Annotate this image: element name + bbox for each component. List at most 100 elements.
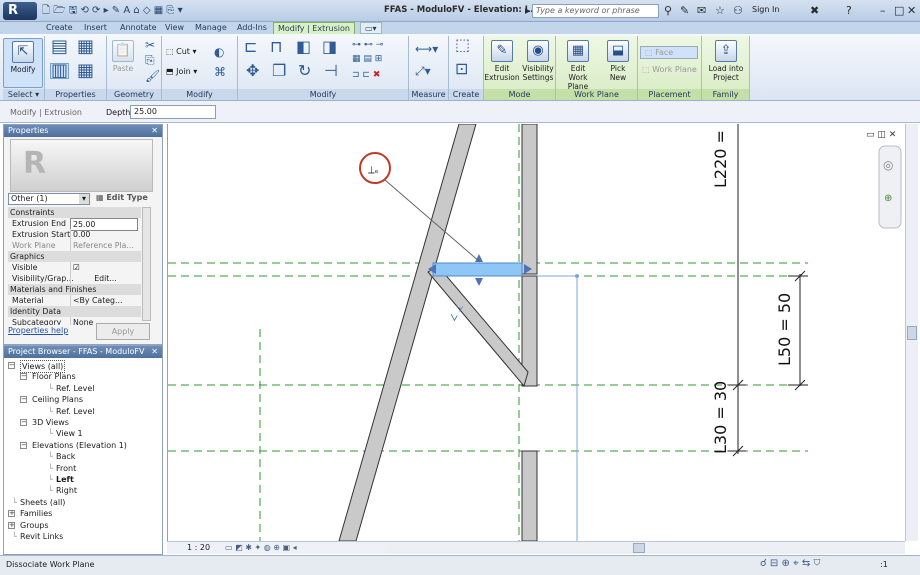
binoculars-icon[interactable]: ⚲ (664, 4, 672, 18)
join-geometry-button[interactable]: ⬒ Join ▾ (166, 66, 197, 78)
vertical-scroll-thumb[interactable] (907, 326, 917, 340)
close-properties-icon[interactable]: ✕ (151, 125, 158, 137)
tab-add-ins[interactable]: Add-Ins (233, 22, 271, 34)
close-browser-icon[interactable]: ✕ (151, 346, 158, 358)
horizontal-scroll-thumb[interactable] (633, 543, 645, 553)
subscription-icon[interactable]: ✎ (680, 4, 689, 18)
trim-extend-icon[interactable]: ⊣ (324, 63, 338, 79)
family-types-icon[interactable]: ▥ (49, 62, 70, 80)
drawing-canvas[interactable]: ⟂ₑ ∠ ⊥ L220 = 2 L50 = 50 L30 = 30 ▭ ◫ ✕ … (167, 115, 906, 542)
property-row[interactable]: Visibility/Grap... Edit... (8, 273, 141, 284)
split-face-icon[interactable]: ⌘ (214, 65, 226, 79)
category-parameters-icon[interactable]: ▦ (77, 62, 94, 80)
view-scale[interactable]: 1 : 20 (187, 542, 210, 554)
vertical-scrollbar[interactable] (905, 124, 918, 541)
materials-group[interactable]: Materials and Finishes (8, 284, 141, 295)
scale-pin-icon[interactable]: ⊐ ⊏ ✖ (352, 68, 380, 82)
copy-element-icon[interactable]: ❐ (272, 63, 286, 79)
tab-modify-extrusion[interactable]: Modify | Extrusion (273, 22, 355, 34)
load-into-project-button[interactable]: ⇪ Load into Project (704, 38, 748, 88)
elevation-view[interactable]: ⟂ₑ ∠ ⊥ L220 = 2 L50 = 50 L30 = 30 ▭ ◫ ✕ … (168, 115, 906, 542)
minimize-icon[interactable]: – (880, 4, 886, 18)
move-icon[interactable]: ✥ (246, 63, 259, 79)
create-similar-icon[interactable]: ⬚ (455, 37, 470, 53)
collapse-icon[interactable]: − (8, 362, 15, 369)
close-icon[interactable]: ✕ (907, 4, 916, 18)
copy-icon[interactable]: ⎘ (145, 53, 155, 67)
match-properties-icon[interactable]: 🖌 (145, 69, 160, 83)
cut-icon[interactable]: ✂ (145, 38, 155, 52)
diagonal-beam[interactable] (338, 123, 477, 542)
type-properties-icon[interactable]: ▦ (77, 38, 94, 56)
pick-new-button[interactable]: ⬓ Pick New (600, 38, 636, 88)
search-arrow-icon[interactable]: ▸ (525, 4, 531, 18)
tab-overflow-button[interactable]: ▭▾ (360, 22, 382, 34)
collapse-icon[interactable]: − (20, 396, 27, 404)
tab-manage[interactable]: Manage (191, 22, 231, 34)
collapse-icon[interactable]: − (20, 441, 27, 449)
help-icon[interactable]: ? (846, 4, 852, 18)
type-selector[interactable]: Other (1) ▾ (8, 193, 90, 205)
graphics-group[interactable]: Graphics (8, 251, 141, 262)
restore-icon[interactable]: □ (894, 4, 904, 18)
selected-extrusion[interactable] (432, 262, 523, 277)
selection-filter-count[interactable]: :1 (880, 560, 888, 569)
create-group-icon[interactable]: ⊡ (455, 61, 468, 77)
rotate-icon[interactable]: ↻ (298, 63, 311, 79)
identity-data-group[interactable]: Identity Data (8, 306, 141, 317)
mirror-axis-icon[interactable]: ◧ (296, 39, 311, 55)
expand-icon[interactable]: + (8, 510, 15, 518)
offset-icon[interactable]: ⊓ (270, 39, 282, 55)
property-row[interactable]: Material <By Categ... (8, 295, 141, 306)
tab-create[interactable]: Create (42, 22, 77, 34)
favorites-star-icon[interactable]: ☆ (715, 4, 725, 18)
vertical-post-upper[interactable] (521, 123, 538, 275)
view-controls-icons[interactable]: ▭ ◩ ✱ ✦ ◍ ⊕ ▣ ◂ (225, 542, 297, 554)
collapse-icon[interactable]: − (20, 373, 27, 381)
vertical-post-lower[interactable] (521, 450, 538, 542)
array-icon[interactable]: ▦ ▤ ⊞ (352, 52, 382, 66)
search-input[interactable]: Type a keyword or phrase (532, 4, 659, 18)
properties-icon[interactable]: ▤ (51, 38, 68, 56)
properties-help-link[interactable]: Properties help (8, 326, 68, 335)
quick-access-toolbar[interactable]: 🗋 🗁 🖫 ⟲ ⟳ ▸ ✎ A ⌂ ◇ ▦ ⎘ ▾ (42, 4, 183, 18)
constraints-group[interactable]: Constraints (8, 207, 141, 218)
property-row[interactable]: Visible ☑ (8, 262, 141, 273)
view-window-controls[interactable]: ▭ ◫ ✕ (866, 130, 896, 140)
dimension-icon[interactable]: ⤢▾ (415, 64, 431, 78)
depth-input[interactable]: 25.00 (130, 105, 216, 119)
edit-type-button[interactable]: ▦ Edit Type (96, 193, 148, 202)
split-icon[interactable]: ⊶ ⊷ ⊸ (352, 38, 383, 52)
dimension-label[interactable]: L30 = 30 (711, 381, 730, 454)
horizontal-scrollbar[interactable] (385, 541, 905, 554)
property-row[interactable]: Extrusion Start 0.00 (8, 229, 141, 240)
properties-scrollbar[interactable] (142, 207, 151, 321)
zoom-icon[interactable]: ⊕ (884, 193, 892, 204)
property-row[interactable]: Extrusion End 25.00 (8, 218, 141, 231)
steering-wheel-icon[interactable]: ◎ (883, 158, 893, 172)
user-icon[interactable]: ⚇ (733, 4, 743, 18)
application-menu-button[interactable]: R (3, 2, 37, 20)
communication-icon[interactable]: ✉ (697, 4, 706, 18)
face-button[interactable]: ⬚ Face (640, 46, 698, 59)
tab-view[interactable]: View (161, 22, 188, 34)
work-plane-placement-button[interactable]: ⬚ Work Plane (642, 64, 697, 76)
paste-button[interactable]: 📋 Paste (107, 38, 139, 88)
apply-button[interactable]: Apply (96, 323, 150, 340)
edit-work-plane-button[interactable]: ▦ Edit Work Plane (558, 38, 598, 91)
dimension-label[interactable]: L220 = 2 (711, 115, 730, 188)
tab-annotate[interactable]: Annotate (116, 22, 161, 34)
status-icons[interactable]: ☌ ⊟ ⊕ ⌖ ⇆ ⛉ (760, 558, 821, 569)
tab-insert[interactable]: Insert (80, 22, 111, 34)
expand-icon[interactable]: + (8, 521, 15, 529)
sign-in-link[interactable]: Sign In (752, 5, 779, 14)
uncut-geometry-icon[interactable]: ◐ (214, 45, 224, 59)
measure-icon[interactable]: ⟷▾ (415, 42, 438, 56)
select-panel-label[interactable]: Select ▾ (3, 89, 44, 100)
edit-extrusion-button[interactable]: ✎ Edit Extrusion (484, 38, 520, 88)
visibility-settings-button[interactable]: ◉ Visibility Settings (520, 38, 556, 88)
align-icon[interactable]: ⊏ (244, 39, 257, 55)
dimension-label[interactable]: L50 = 50 (775, 293, 794, 366)
mirror-draw-icon[interactable]: ◨ (322, 39, 337, 55)
collapse-icon[interactable]: − (20, 419, 27, 426)
